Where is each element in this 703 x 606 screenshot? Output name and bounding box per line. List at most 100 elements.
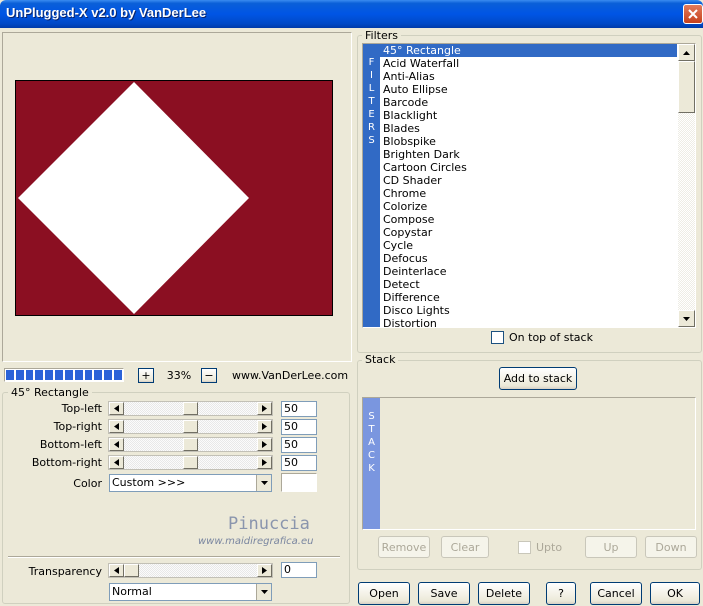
transparency-label: Transparency (28, 565, 102, 578)
list-item[interactable]: Auto Ellipse (380, 83, 677, 96)
list-item[interactable]: CD Shader (380, 174, 677, 187)
list-item[interactable]: Copystar (380, 226, 677, 239)
zoom-in-button[interactable]: + (138, 368, 154, 383)
list-item[interactable]: Disco Lights (380, 304, 677, 317)
watermark-url: www.maidiregrafica.eu (198, 536, 314, 547)
color-swatch[interactable] (281, 473, 317, 492)
list-item[interactable]: Defocus (380, 252, 677, 265)
slider-thumb[interactable] (183, 420, 198, 433)
arrow-right-icon (262, 405, 267, 412)
on-top-checkbox[interactable] (491, 331, 504, 344)
color-select[interactable]: Custom >>> (109, 474, 272, 492)
arrow-right-icon (262, 459, 267, 466)
list-item[interactable]: Compose (380, 213, 677, 226)
arrow-up-icon (683, 50, 690, 55)
list-item[interactable]: Difference (380, 291, 677, 304)
preview-image[interactable] (15, 80, 333, 316)
slider-right-arrow[interactable] (257, 420, 272, 433)
list-item[interactable]: Chrome (380, 187, 677, 200)
cancel-button[interactable]: Cancel (590, 582, 642, 605)
delete-button[interactable]: Delete (478, 582, 530, 605)
open-button[interactable]: Open (358, 582, 410, 605)
list-item[interactable]: Blades (380, 122, 677, 135)
slider-left-arrow[interactable] (109, 420, 124, 433)
slider-right-arrow[interactable] (257, 402, 272, 415)
down-button[interactable]: Down (645, 536, 697, 558)
divider (8, 556, 340, 558)
slider-thumb[interactable] (183, 438, 198, 451)
arrow-left-icon (114, 405, 119, 412)
zoom-level: 33% (166, 369, 192, 382)
up-button[interactable]: Up (585, 536, 637, 558)
chevron-down-icon (260, 590, 268, 594)
stack-vertical-label: ST AC K (363, 398, 380, 529)
scroll-up-button[interactable] (678, 44, 695, 61)
chevron-down-icon (260, 481, 268, 485)
slider-bottom-right[interactable] (108, 455, 273, 470)
transparency-slider[interactable] (108, 563, 273, 578)
slider-left-arrow[interactable] (109, 402, 124, 415)
slider-thumb[interactable] (124, 564, 139, 577)
arrow-right-icon (262, 423, 267, 430)
dropdown-arrow[interactable] (256, 584, 271, 600)
slider-left-arrow[interactable] (109, 438, 124, 451)
save-button[interactable]: Save (418, 582, 470, 605)
filters-scrollbar[interactable] (678, 44, 695, 327)
list-item[interactable]: Acid Waterfall (380, 57, 677, 70)
list-item[interactable]: Blacklight (380, 109, 677, 122)
clear-button[interactable]: Clear (441, 536, 489, 558)
top-left-value-input[interactable]: 50 (281, 401, 317, 417)
slider-label-top-right: Top-right (53, 420, 102, 433)
list-item[interactable]: Anti-Alias (380, 70, 677, 83)
upto-checkbox[interactable] (518, 541, 531, 554)
list-item[interactable]: Barcode (380, 96, 677, 109)
slider-right-arrow[interactable] (257, 564, 272, 577)
close-icon (688, 9, 698, 19)
slider-thumb[interactable] (183, 456, 198, 469)
progress-bar (4, 368, 124, 382)
zoom-out-button[interactable]: − (201, 368, 217, 383)
bottom-left-value-input[interactable]: 50 (281, 437, 317, 453)
list-item[interactable]: Brighten Dark (380, 148, 677, 161)
arrow-left-icon (114, 459, 119, 466)
list-item[interactable]: Colorize (380, 200, 677, 213)
filters-group-label: Filters (362, 29, 401, 42)
slider-bottom-left[interactable] (108, 437, 273, 452)
filters-vertical-label: FI LT ER S (363, 44, 380, 327)
bottom-right-value-input[interactable]: 50 (281, 455, 317, 471)
slider-top-right[interactable] (108, 419, 273, 434)
slider-left-arrow[interactable] (109, 456, 124, 469)
color-label: Color (73, 477, 102, 490)
slider-left-arrow[interactable] (109, 564, 124, 577)
scroll-down-button[interactable] (678, 310, 695, 327)
slider-right-arrow[interactable] (257, 456, 272, 469)
list-item[interactable]: Detect (380, 278, 677, 291)
arrow-down-icon (683, 316, 690, 321)
website-link[interactable]: www.VanDerLee.com (232, 369, 348, 382)
scroll-thumb[interactable] (678, 61, 695, 113)
list-item[interactable]: Deinterlace (380, 265, 677, 278)
add-to-stack-button[interactable]: Add to stack (499, 367, 577, 390)
slider-right-arrow[interactable] (257, 438, 272, 451)
list-item[interactable]: Cartoon Circles (380, 161, 677, 174)
arrow-left-icon (114, 441, 119, 448)
slider-thumb[interactable] (183, 402, 198, 415)
list-item[interactable]: Cycle (380, 239, 677, 252)
transparency-value-input[interactable]: 0 (281, 562, 317, 578)
top-right-value-input[interactable]: 50 (281, 419, 317, 435)
ok-button[interactable]: OK (650, 582, 700, 605)
blend-mode-select[interactable]: Normal (109, 583, 272, 601)
upto-label: Upto (536, 541, 563, 554)
remove-button[interactable]: Remove (378, 536, 430, 558)
filters-list[interactable]: 45° Rectangle Acid Waterfall Anti-Alias … (380, 44, 677, 327)
help-button[interactable]: ? (546, 582, 576, 605)
list-item[interactable]: Blobspike (380, 135, 677, 148)
arrow-right-icon (262, 441, 267, 448)
slider-top-left[interactable] (108, 401, 273, 416)
close-button[interactable] (683, 4, 703, 24)
list-item[interactable]: Distortion (380, 317, 677, 327)
dropdown-arrow[interactable] (256, 475, 271, 491)
list-item[interactable]: 45° Rectangle (380, 44, 677, 57)
stack-list[interactable] (362, 397, 696, 530)
arrow-right-icon (262, 567, 267, 574)
